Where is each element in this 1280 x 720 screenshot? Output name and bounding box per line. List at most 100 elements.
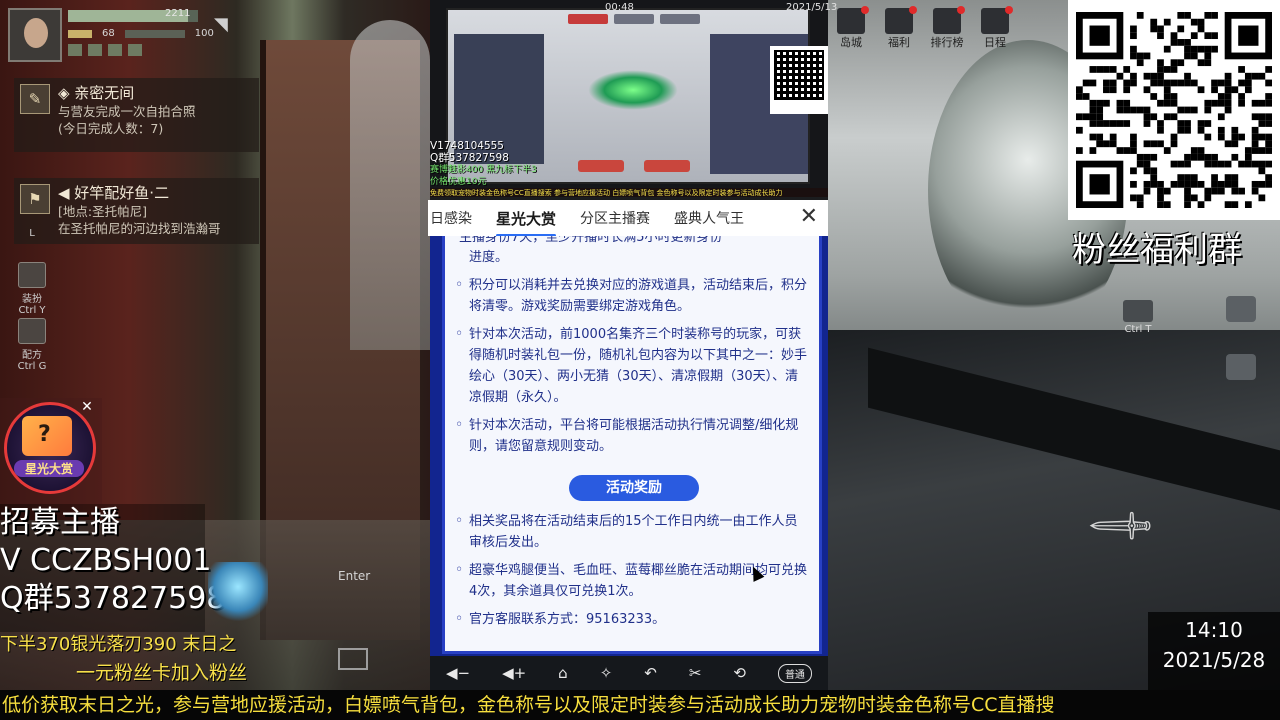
phone-date: 2021/5/13 bbox=[786, 2, 838, 13]
menu-label: 福利 bbox=[888, 36, 910, 49]
contact-line: 价格优惠10元 bbox=[430, 177, 487, 187]
shortcut-label: Ctrl T bbox=[1124, 324, 1152, 335]
starlight-event-badge[interactable]: 星光大赏 ✕ bbox=[0, 398, 102, 504]
phone-nav-bar: ◀− ◀+ ⌂ ✧ ↶ ✂ ⟲ 普通 bbox=[430, 656, 828, 690]
buff-icon bbox=[108, 44, 122, 56]
menu-ranking[interactable]: 排行榜 bbox=[930, 6, 965, 50]
mode-toggle[interactable]: 普通 bbox=[777, 663, 812, 683]
quest-line: (今日完成人数：7) bbox=[58, 121, 164, 136]
contact-line: 赛博魅影400 黑九标下半3 bbox=[430, 165, 537, 175]
buff-icon bbox=[88, 44, 102, 56]
top-menu-icons: 岛城 福利 排行榜 日程 bbox=[834, 6, 1013, 50]
vehicle-icon bbox=[1123, 300, 1153, 322]
menu-label: 排行榜 bbox=[930, 36, 964, 49]
side-tool-label: 配方 bbox=[22, 350, 42, 361]
rules-cut-line: 主播身份7天，至少开播时长满5小时更新身份 bbox=[459, 236, 723, 245]
side-tool-shortcut: Ctrl Y bbox=[18, 305, 46, 316]
status-icons bbox=[68, 44, 142, 56]
reward-section-title: 活动奖励 bbox=[569, 475, 699, 501]
menu-camp[interactable]: 岛城 bbox=[834, 6, 869, 50]
gift-box-icon bbox=[22, 416, 72, 456]
mini-qr-code bbox=[770, 46, 828, 114]
tab-starlight[interactable]: 星光大赏 bbox=[484, 208, 568, 237]
player-avatar[interactable] bbox=[8, 8, 62, 62]
recruit-line-2: V CCZBSH001 bbox=[0, 543, 212, 578]
recipe-icon bbox=[18, 318, 46, 344]
quest-line: [地点:圣托帕尼] bbox=[58, 204, 147, 219]
quest-title: ◀ 好竿配好鱼·二 bbox=[58, 184, 170, 202]
rotate-icon[interactable]: ⟲ bbox=[733, 664, 746, 682]
clock-time: 14:10 bbox=[1185, 618, 1243, 642]
flag-icon: ⚑ bbox=[20, 184, 50, 214]
promo-line-1: 下半370银光落刃390 末日之 bbox=[0, 634, 237, 655]
side-tool-recipe[interactable]: 配方 Ctrl G bbox=[12, 318, 52, 372]
system-clock: 14:10 2021/5/28 bbox=[1148, 612, 1280, 690]
ammo-right: 100 bbox=[194, 28, 214, 39]
rules-panel: 主播身份7天，至少开播时长满5小时更新身份 进度。 积分可以消耗并去兑换对应的游… bbox=[430, 236, 828, 656]
side-tool-outfit[interactable]: 装扮 Ctrl Y bbox=[12, 262, 52, 316]
stream-screen: { "hud": { "hp_fraction": 0.92, "hp_valu… bbox=[0, 0, 1280, 720]
ammo-bar bbox=[68, 29, 92, 38]
rule-item: 针对本次活动，前1000名集齐三个时装称号的玩家，可获得随机时装礼包一份，随机礼… bbox=[455, 324, 809, 408]
drone-icon[interactable] bbox=[1226, 296, 1256, 322]
calendar-icon bbox=[981, 6, 1013, 34]
side-tool-l[interactable]: L bbox=[12, 228, 52, 239]
fans-group-label: 粉丝福利群 bbox=[1072, 230, 1242, 270]
close-icon[interactable]: ✕ bbox=[800, 204, 818, 230]
tab-popularity[interactable]: 盛典人气王 bbox=[662, 208, 756, 228]
menu-label: 日程 bbox=[984, 36, 1006, 49]
close-icon[interactable]: ✕ bbox=[80, 400, 94, 414]
back-icon[interactable]: ↶ bbox=[644, 664, 657, 682]
shop-tabs bbox=[568, 14, 700, 24]
quest-title: ◈ 亲密无间 bbox=[58, 84, 135, 102]
vehicle-tool[interactable]: Ctrl T bbox=[1118, 300, 1158, 335]
ammo-row: 68 100 bbox=[68, 28, 214, 39]
fans-group-qr-code bbox=[1068, 0, 1280, 220]
reward-item: 相关奖品将在活动结束后的15个工作日内统一由工作人员审核后发出。 bbox=[455, 511, 809, 553]
quest-card-1[interactable]: ✎ ◈ 亲密无间 与营友完成一次自拍合照 (今日完成人数：7) bbox=[14, 78, 259, 152]
scissors-icon[interactable]: ✂ bbox=[689, 664, 702, 682]
recruit-line-1: 招募主播 bbox=[0, 505, 120, 540]
buff-icon bbox=[128, 44, 142, 56]
rule-item: 积分可以消耗并去兑换对应的游戏道具，活动结束后，积分将清零。游戏奖励需要绑定游戏… bbox=[455, 275, 809, 317]
rules-cut-line: 进度。 bbox=[469, 250, 509, 265]
window-arch bbox=[350, 20, 430, 350]
side-tool-label: L bbox=[29, 228, 35, 239]
home-icon[interactable]: ⌂ bbox=[558, 664, 568, 682]
mail-icon[interactable] bbox=[338, 648, 368, 670]
enter-hint: Enter bbox=[338, 569, 371, 583]
phone-time: 00:48 bbox=[605, 2, 634, 13]
menu-welfare[interactable]: 福利 bbox=[882, 6, 917, 50]
map-marker-icon[interactable]: ◥ bbox=[214, 14, 228, 35]
tab-division-contest[interactable]: 分区主播赛 bbox=[568, 208, 662, 228]
clock-date: 2021/5/28 bbox=[1162, 648, 1266, 672]
quest-line: 与营友完成一次自拍合照 bbox=[58, 104, 196, 119]
menu-label: 岛城 bbox=[840, 36, 862, 49]
menu-schedule[interactable]: 日程 bbox=[978, 6, 1013, 50]
medkit-icon[interactable] bbox=[1226, 354, 1256, 380]
volume-up-icon[interactable]: ◀+ bbox=[502, 664, 526, 682]
buff-icon bbox=[68, 44, 82, 56]
stamina-bar bbox=[124, 29, 185, 38]
reward-item: 官方客服联系方式：95163233。 bbox=[455, 609, 809, 630]
qr-pattern bbox=[1076, 12, 1272, 208]
rules-content[interactable]: 主播身份7天，至少开播时长满5小时更新身份 进度。 积分可以消耗并去兑换对应的游… bbox=[442, 236, 822, 654]
side-tool-label: 装扮 bbox=[22, 294, 42, 305]
phone-contact-overlay: V1748104555 Q群537827598 赛博魅影400 黑九标下半3 价… bbox=[430, 140, 537, 188]
bottom-ticker: 低价获取末日之光，参与营地应援活动，白嫖喷气背包，金色称号以及限定时装参与活动成… bbox=[0, 690, 1280, 720]
tab-infection[interactable]: 日感染 bbox=[428, 208, 484, 228]
health-value: 2211 bbox=[165, 8, 191, 19]
contact-line: Q群537827598 bbox=[430, 152, 509, 164]
volume-down-icon[interactable]: ◀− bbox=[446, 664, 470, 682]
camp-icon bbox=[837, 6, 869, 34]
trophy-icon bbox=[933, 6, 965, 34]
clean-icon[interactable]: ✧ bbox=[600, 664, 613, 682]
badge-label: 星光大赏 bbox=[14, 460, 84, 477]
phone-ticker: 免费领取宠物时装金色称号CC直播搜索 参与营地应援活动 白嫖喷气背包 金色称号以… bbox=[430, 188, 828, 197]
quest-line: 在圣托帕尼的河边找到浩瀚哥 bbox=[58, 221, 221, 236]
ammo-left: 68 bbox=[102, 28, 115, 39]
recruit-text: 招募主播 V CCZBSH001 Q群537827598 bbox=[0, 504, 225, 618]
contact-line: V1748104555 bbox=[430, 140, 504, 152]
rules-list: 积分可以消耗并去兑换对应的游戏道具，活动结束后，积分将清零。游戏奖励需要绑定游戏… bbox=[455, 275, 809, 457]
shop-buttons bbox=[578, 160, 690, 172]
